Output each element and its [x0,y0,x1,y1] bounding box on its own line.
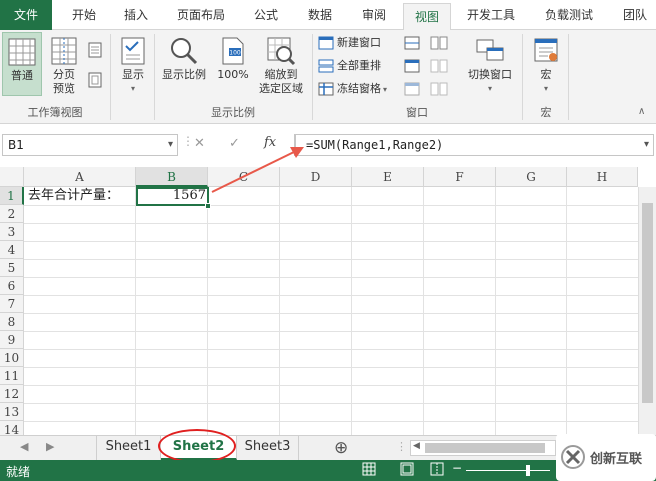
annotation-arrow [211,147,304,193]
watermark-text: 创新互联 [590,452,643,467]
horizontal-scrollbar[interactable]: ◀ [410,440,556,456]
sheet-tab-1[interactable]: Sheet1 [97,436,161,460]
next-sheet-icon[interactable]: ▶ [46,440,54,453]
watermark-logo: 创新互联 [556,434,656,481]
zoom-slider[interactable] [466,470,550,471]
scroll-left-icon[interactable]: ◀ [413,441,420,451]
tab-splitter-icon[interactable]: ⋮ [396,440,407,453]
annotation-oval [158,429,236,463]
page-layout-status-icon[interactable] [400,462,414,479]
watermark-x-icon [561,445,585,469]
status-bar: 就绪 − 创新互联 [0,434,656,481]
horizontal-scroll-thumb[interactable] [425,443,545,453]
zoom-out-icon[interactable]: − [452,461,462,475]
normal-view-status-icon[interactable] [362,462,376,479]
sheet-tab-3[interactable]: Sheet3 [237,436,299,460]
prev-sheet-icon[interactable]: ◀ [20,440,28,453]
zoom-slider-thumb[interactable] [526,465,530,476]
add-sheet-icon[interactable]: ⊕ [334,438,348,458]
page-break-status-icon[interactable] [430,462,444,479]
status-text: 就绪 [6,465,31,479]
